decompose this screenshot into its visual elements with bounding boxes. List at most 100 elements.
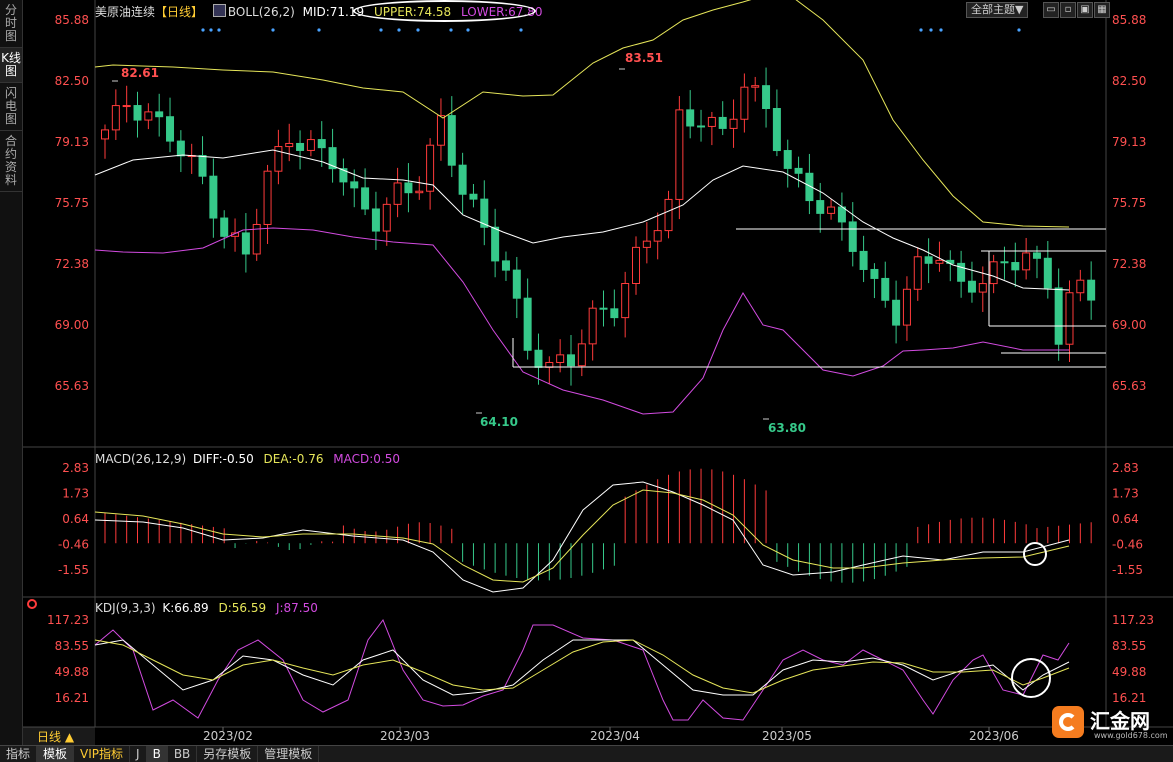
- period-selector[interactable]: 日线 ▲: [23, 727, 95, 745]
- y-tick-left: 65.63: [55, 379, 89, 393]
- macd-y-tick-left: -1.55: [58, 563, 89, 577]
- candle-body: [989, 261, 998, 285]
- candle-body: [621, 282, 630, 319]
- candle-body: [512, 269, 521, 299]
- tab-j[interactable]: J: [130, 746, 147, 762]
- candle-body: [1032, 252, 1041, 259]
- candle-body: [935, 259, 944, 264]
- bottom-toolbar: 指标 模板 VIP指标 J B BB 另存模板 管理模板: [0, 745, 1173, 762]
- candle-body: [436, 115, 445, 146]
- candle-body: [122, 105, 131, 108]
- theme-select[interactable]: 全部主题▼: [966, 2, 1029, 18]
- logo: 汇金网 www.gold678.com: [1050, 703, 1170, 743]
- kdj-y-tick-left: 49.88: [55, 665, 89, 679]
- target-icon[interactable]: [27, 599, 37, 609]
- macd-dea: DEA:-0.76: [263, 452, 324, 466]
- candles: [101, 67, 1096, 386]
- sidebar-item-timeshare[interactable]: 分时图: [0, 0, 22, 48]
- sidebar-item-flash[interactable]: 闪电图: [0, 83, 22, 131]
- candle-body: [751, 85, 760, 88]
- candle-body: [653, 230, 662, 242]
- price-annotation: 63.80: [768, 421, 806, 435]
- candle-body: [501, 260, 510, 271]
- candle-body: [1076, 279, 1085, 294]
- boll-label: BOLL(26,2): [227, 5, 295, 19]
- sidebar-item-kline[interactable]: K线图: [0, 48, 22, 83]
- candle-body: [458, 164, 467, 195]
- kdj-y-tick-left: 16.21: [55, 691, 89, 705]
- candle-body: [404, 182, 413, 194]
- y-tick-left: 82.50: [55, 74, 89, 88]
- tab-bb[interactable]: BB: [168, 746, 198, 762]
- y-tick-left: 85.88: [55, 13, 89, 27]
- signal-dot: [939, 28, 943, 32]
- candle-body: [686, 109, 695, 127]
- candle-body: [848, 221, 857, 252]
- kdj-y-tick-right: 117.23: [1112, 613, 1154, 627]
- y-tick-right: 82.50: [1112, 74, 1146, 88]
- candle-body: [393, 182, 402, 205]
- candle-body: [1000, 261, 1009, 264]
- minimize-icon[interactable]: ▫: [1060, 2, 1076, 18]
- candle-body: [144, 111, 153, 121]
- candle-body: [1087, 279, 1096, 301]
- tab-indicators[interactable]: 指标: [0, 746, 38, 762]
- y-tick-right: 65.63: [1112, 379, 1146, 393]
- candle-body: [285, 142, 294, 148]
- candle-body: [599, 307, 608, 310]
- maximize-icon[interactable]: ▣: [1077, 2, 1093, 18]
- signal-dot: [209, 28, 213, 32]
- x-tick-label: 2023/03: [380, 729, 430, 743]
- candle-body: [1011, 262, 1020, 271]
- candle-body: [892, 299, 901, 326]
- candle-body: [718, 116, 727, 129]
- boll-mid-line: [94, 149, 1070, 291]
- macd-title: MACD(26,12,9): [95, 452, 187, 466]
- candle-body: [675, 109, 684, 200]
- tab-b[interactable]: B: [146, 746, 168, 762]
- candle-body: [469, 193, 478, 200]
- candle-body: [924, 256, 933, 264]
- candle-body: [697, 125, 706, 128]
- boll-lower-line: [94, 227, 1069, 415]
- candle-body: [447, 115, 456, 166]
- tab-manage-template[interactable]: 管理模板: [258, 746, 320, 762]
- signal-dot: [519, 28, 523, 32]
- tab-vip-indicators[interactable]: VIP指标: [74, 746, 131, 762]
- y-tick-right: 75.75: [1112, 196, 1146, 210]
- kline-chart[interactable]: 85.88 85.88 82.50 82.50 79.13 79.13 75.75 75.75…: [23, 0, 1173, 745]
- candle-body: [166, 116, 175, 142]
- signal-dot: [449, 28, 453, 32]
- candle-body: [729, 118, 738, 129]
- kdj-y-tick-right: 49.88: [1112, 665, 1146, 679]
- candle-body: [241, 232, 250, 255]
- signal-dot: [919, 28, 923, 32]
- chart-type-icon[interactable]: [212, 4, 226, 17]
- sidebar-item-contract-info[interactable]: 合约资料: [0, 131, 22, 192]
- signal-dot: [929, 28, 933, 32]
- kdj-title: KDJ(9,3,3): [95, 601, 156, 615]
- candle-body: [534, 349, 543, 368]
- macd-y-tick-right: 1.73: [1112, 487, 1139, 501]
- candle-body: [740, 86, 749, 120]
- signal-dot: [317, 28, 321, 32]
- logo-name: 汇金网: [1090, 709, 1150, 733]
- candle-body: [772, 107, 781, 152]
- close-icon[interactable]: ▦: [1094, 2, 1110, 18]
- y-tick-left: 75.75: [55, 196, 89, 210]
- candle-body: [794, 167, 803, 174]
- candle-body: [220, 217, 229, 237]
- tab-template[interactable]: 模板: [37, 746, 75, 762]
- tab-save-template[interactable]: 另存模板: [197, 746, 259, 762]
- candle-body: [837, 206, 846, 223]
- signal-dot: [466, 28, 470, 32]
- signal-dot: [416, 28, 420, 32]
- restore-icon[interactable]: ▭: [1043, 2, 1059, 18]
- candle-body: [101, 129, 109, 140]
- candle-body: [827, 206, 836, 214]
- candle-body: [361, 187, 370, 210]
- kdj-header: KDJ(9,3,3) K:66.89 D:56.59 J:87.50: [95, 601, 318, 615]
- candle-body: [296, 142, 305, 151]
- kdj-y-tick-left: 117.23: [47, 613, 89, 627]
- price-annotation: 82.61: [121, 66, 159, 80]
